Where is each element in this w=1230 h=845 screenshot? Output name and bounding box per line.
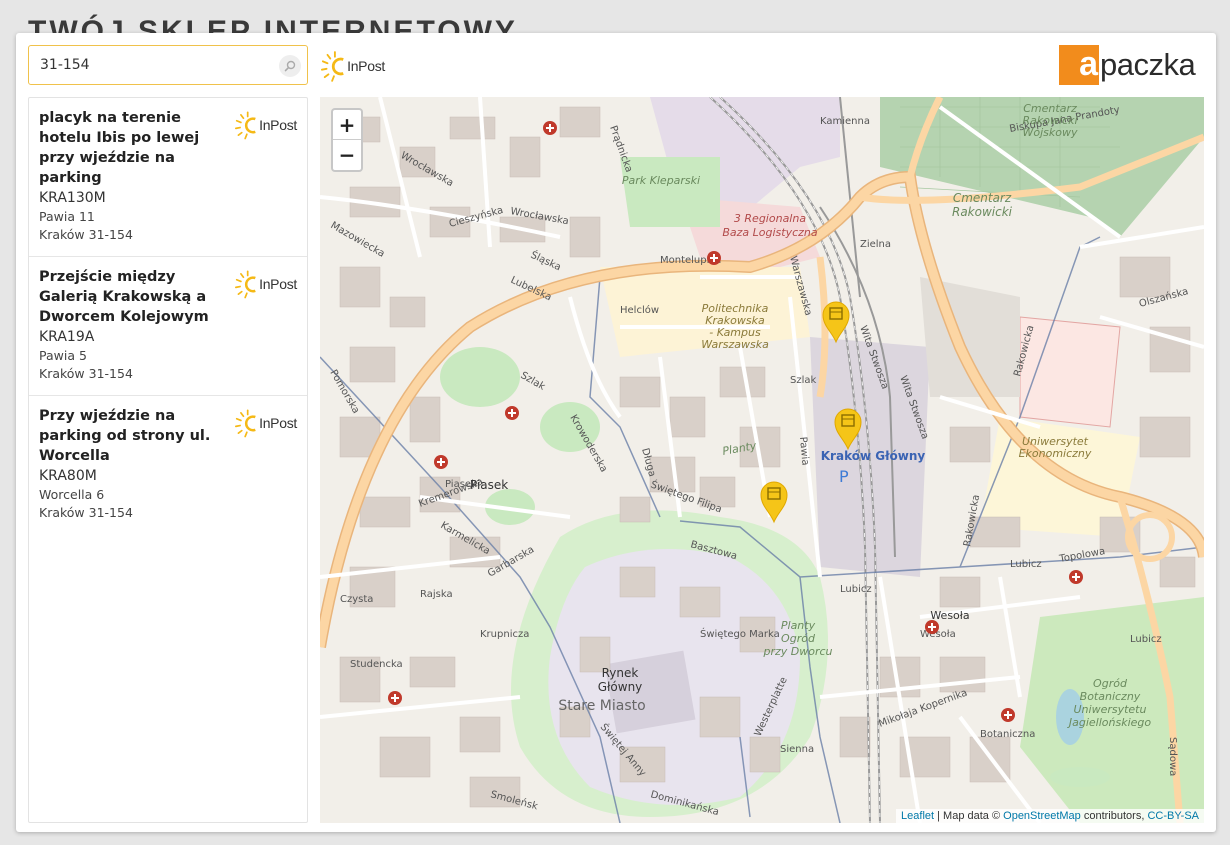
inpost-sun-icon xyxy=(235,111,256,140)
apaczka-wordmark: paczka xyxy=(1100,47,1196,82)
svg-text:Lubicz: Lubicz xyxy=(840,584,872,595)
inpost-logo: InPost xyxy=(235,406,297,440)
inpost-logo: InPost xyxy=(235,267,297,301)
svg-text:Zielna: Zielna xyxy=(860,239,891,250)
point-city: Kraków 31-154 xyxy=(39,227,133,242)
parking-icon: P xyxy=(839,467,849,486)
pickup-point-modal: InPost a paczka placyk na terenie hotelu… xyxy=(16,33,1216,832)
svg-text:Jagiellońskiego: Jagiellońskiego xyxy=(1067,716,1152,729)
zoom-out-button[interactable]: − xyxy=(333,140,361,170)
svg-text:Rajska: Rajska xyxy=(420,589,453,600)
map-attribution: Leaflet | Map data © OpenStreetMap contr… xyxy=(896,809,1204,823)
inpost-wordmark: InPost xyxy=(259,415,297,431)
svg-text:Sienna: Sienna xyxy=(780,744,814,755)
map-view[interactable]: Wrocławska Wrocławska Biskupa Jana Prand… xyxy=(320,97,1204,823)
zoom-in-button[interactable]: + xyxy=(333,110,361,140)
svg-text:Sądowa: Sądowa xyxy=(1167,737,1178,776)
svg-text:Cmentarz: Cmentarz xyxy=(953,191,1012,205)
point-code: KRA130M xyxy=(39,190,106,206)
svg-text:Botaniczna: Botaniczna xyxy=(980,729,1035,740)
point-title: placyk na terenie hotelu Ibis po lewej p… xyxy=(39,110,200,186)
inpost-wordmark: InPost xyxy=(347,58,385,74)
list-item[interactable]: Przy wjeździe na parking od strony ul. W… xyxy=(29,396,307,534)
svg-text:Rakowicki: Rakowicki xyxy=(952,205,1013,219)
svg-text:3 Regionalna: 3 Regionalna xyxy=(734,212,806,225)
svg-text:Ekonomiczny: Ekonomiczny xyxy=(1019,447,1092,460)
inpost-wordmark: InPost xyxy=(259,117,297,133)
map-label-piasek: Piasek xyxy=(470,478,508,492)
apaczka-mark: a xyxy=(1059,45,1099,85)
svg-text:Krupnicza: Krupnicza xyxy=(480,629,529,640)
point-city: Kraków 31-154 xyxy=(39,366,133,381)
point-city: Kraków 31-154 xyxy=(39,505,133,520)
point-code: KRA80M xyxy=(39,468,97,484)
point-street: Pawia 11 xyxy=(39,209,95,224)
svg-text:Kamienna: Kamienna xyxy=(820,116,870,127)
openstreetmap-link[interactable]: OpenStreetMap xyxy=(1003,810,1081,822)
svg-text:Ogród: Ogród xyxy=(781,632,816,645)
svg-text:Ogród: Ogród xyxy=(1093,677,1128,690)
svg-text:Park Kleparski: Park Kleparski xyxy=(622,174,700,187)
park-kleparski xyxy=(620,157,720,227)
svg-text:przy Dworcu: przy Dworcu xyxy=(762,645,832,658)
map-label-rynek: Rynek xyxy=(602,666,639,680)
search-button[interactable] xyxy=(279,55,301,77)
point-street: Worcella 6 xyxy=(39,487,105,502)
page-background-title: TWÓJ SKLEP INTERNETOWY xyxy=(28,15,518,34)
postcode-search xyxy=(28,45,308,85)
list-item[interactable]: placyk na terenie hotelu Ibis po lewej p… xyxy=(29,98,307,257)
svg-text:Baza Logistyczna: Baza Logistyczna xyxy=(722,226,818,239)
map-label-wesola: Wesoła xyxy=(930,609,969,622)
leaflet-link[interactable]: Leaflet xyxy=(901,810,934,822)
map-tiles[interactable]: Wrocławska Wrocławska Biskupa Jana Prand… xyxy=(320,97,1204,823)
svg-text:Studencka: Studencka xyxy=(350,659,403,670)
point-code: KRA19A xyxy=(39,329,95,345)
search-input[interactable] xyxy=(29,46,307,84)
apaczka-logo: a paczka xyxy=(1059,44,1196,86)
zoom-control: + − xyxy=(331,108,363,172)
list-item[interactable]: Przejście między Galerią Krakowską a Dwo… xyxy=(29,257,307,396)
svg-text:Lubicz: Lubicz xyxy=(1010,559,1042,570)
inpost-sun-icon xyxy=(321,51,344,82)
inpost-logo: InPost xyxy=(321,48,385,84)
svg-text:Warszawska: Warszawska xyxy=(701,338,769,351)
svg-text:Wojskowy: Wojskowy xyxy=(1023,126,1078,139)
license-link[interactable]: CC-BY-SA xyxy=(1147,810,1199,822)
inpost-sun-icon xyxy=(235,409,256,438)
map-label-stare-miasto: Stare Miasto xyxy=(558,698,645,714)
svg-text:Czysta: Czysta xyxy=(340,594,373,605)
svg-text:Helclów: Helclów xyxy=(620,304,659,316)
svg-text:Lubicz: Lubicz xyxy=(1130,634,1162,645)
search-icon xyxy=(284,60,296,72)
inpost-wordmark: InPost xyxy=(259,276,297,292)
inpost-sun-icon xyxy=(235,270,256,299)
svg-text:Świętego Marka: Świętego Marka xyxy=(700,627,780,640)
point-title: Przejście między Galerią Krakowską a Dwo… xyxy=(39,269,209,325)
point-street: Pawia 5 xyxy=(39,348,87,363)
svg-text:Szlak: Szlak xyxy=(790,375,817,386)
svg-text:Główny: Główny xyxy=(598,680,643,694)
pickup-point-list: placyk na terenie hotelu Ibis po lewej p… xyxy=(28,97,308,823)
map-label-krakow-glowny: Kraków Główny xyxy=(821,449,926,463)
svg-text:Planty: Planty xyxy=(781,619,816,632)
svg-text:Botaniczny: Botaniczny xyxy=(1080,690,1141,703)
inpost-logo: InPost xyxy=(235,108,297,142)
svg-text:Uniwersytetu: Uniwersytetu xyxy=(1074,703,1147,716)
point-title: Przy wjeździe na parking od strony ul. W… xyxy=(39,408,211,464)
